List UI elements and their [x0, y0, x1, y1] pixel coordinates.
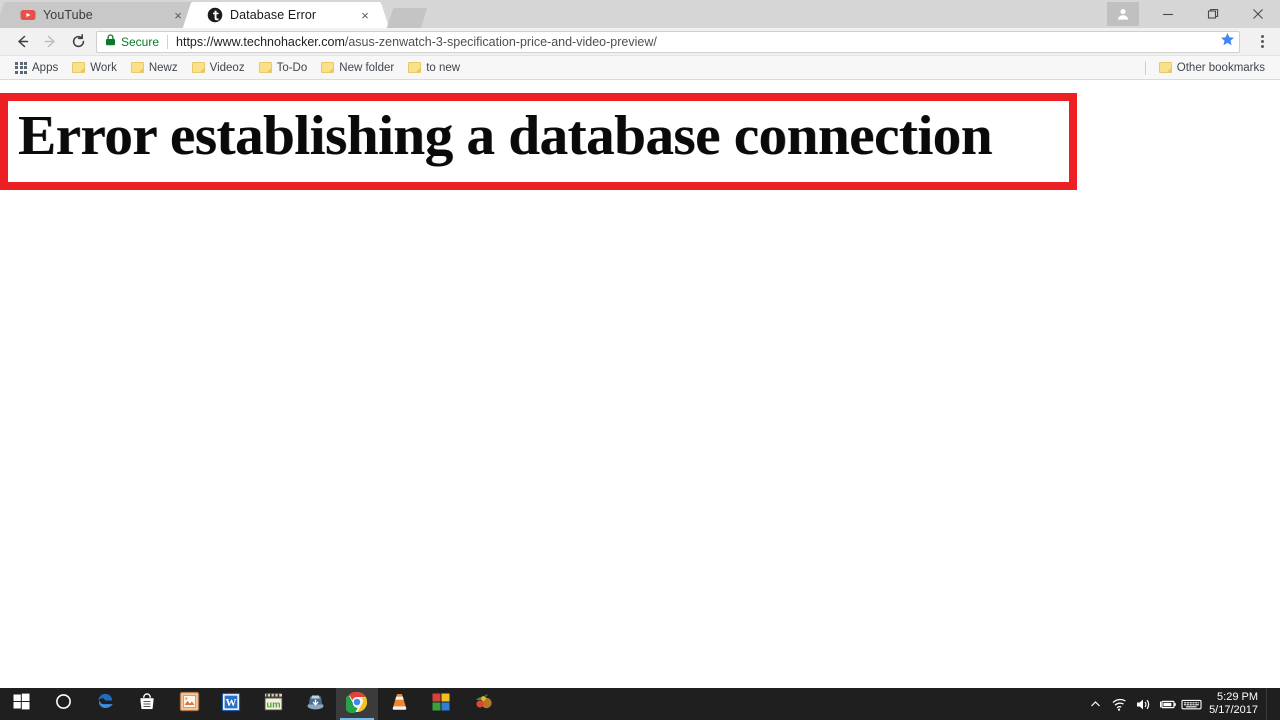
svg-text:W: W	[226, 697, 237, 709]
vlc-cone-icon	[389, 691, 410, 717]
taskbar-vlc[interactable]	[378, 688, 420, 720]
battery-icon[interactable]	[1155, 688, 1179, 720]
browser-toolbar: Secure https://www.technohacker.com/asus…	[0, 28, 1280, 56]
close-icon[interactable]: ×	[170, 7, 186, 23]
database-error-box: Error establishing a database connection	[0, 93, 1077, 190]
folder-icon	[130, 62, 144, 73]
profile-avatar-button[interactable]	[1107, 2, 1139, 26]
bookmark-label: Videoz	[209, 61, 245, 74]
bookmark-videoz[interactable]: Videoz	[185, 60, 252, 76]
forward-button[interactable]	[36, 28, 64, 56]
tab-strip: YouTube × Database Error ×	[0, 0, 1280, 28]
url-path: /asus-zenwatch-3-specification-price-and…	[344, 34, 657, 49]
bookmark-newz[interactable]: Newz	[124, 60, 185, 76]
download-manager-icon	[305, 691, 326, 717]
taskbar-utorrent[interactable]: um	[252, 688, 294, 720]
folder-icon	[191, 62, 205, 73]
security-indicator: Secure	[105, 34, 159, 49]
chrome-menu-button[interactable]	[1252, 35, 1272, 48]
url-text: https://www.technohacker.com/asus-zenwat…	[176, 35, 657, 49]
omnibox-divider	[167, 34, 169, 49]
folder-icon	[72, 62, 86, 73]
taskbar-photo-viewer[interactable]	[168, 688, 210, 720]
taskbar-food-app[interactable]	[462, 688, 504, 720]
tab-youtube[interactable]: YouTube ×	[6, 2, 192, 28]
bookmark-apps[interactable]: Apps	[8, 60, 65, 76]
bookmark-other-bookmarks[interactable]: Other bookmarks	[1152, 60, 1272, 76]
system-tray: 5:29 PM 5/17/2017	[1083, 688, 1280, 720]
maximize-button[interactable]	[1190, 0, 1235, 28]
page-title: Error establishing a database connection	[18, 105, 992, 167]
secure-label: Secure	[121, 34, 160, 49]
windows-logo-icon	[13, 693, 30, 715]
lock-icon	[105, 34, 116, 49]
taskbar-tiles-app[interactable]	[420, 688, 462, 720]
edge-icon	[94, 691, 116, 718]
show-desktop-button[interactable]	[1266, 688, 1274, 720]
folder-icon	[1158, 62, 1172, 73]
fruit-basket-icon	[473, 691, 494, 717]
bookmark-label: Newz	[148, 61, 178, 74]
cortana-circle-icon	[55, 693, 72, 715]
bookmark-label: to new	[426, 61, 461, 74]
address-bar[interactable]: Secure https://www.technohacker.com/asus…	[96, 30, 1240, 53]
apps-grid-icon	[15, 61, 27, 74]
close-icon[interactable]: ×	[357, 7, 373, 23]
bookmarks-bar: Apps Work Newz Videoz To-Do New folder t…	[0, 56, 1280, 80]
taskbar-store[interactable]	[126, 688, 168, 720]
window-controls	[1107, 0, 1280, 28]
volume-icon[interactable]	[1131, 688, 1155, 720]
taskbar-edge[interactable]	[84, 688, 126, 720]
bookmark-label: To-Do	[276, 61, 308, 74]
youtube-icon	[20, 7, 36, 23]
bookmark-label: Other bookmarks	[1176, 61, 1265, 74]
bookmark-new-folder[interactable]: New folder	[314, 60, 401, 76]
wifi-icon[interactable]	[1107, 688, 1131, 720]
photo-frame-icon	[179, 691, 200, 717]
tray-overflow-button[interactable]	[1083, 688, 1107, 720]
ms-word-icon: W	[221, 692, 241, 717]
page-viewport: Error establishing a database connection	[0, 83, 1280, 688]
close-window-button[interactable]	[1235, 0, 1280, 28]
keyboard-icon[interactable]	[1179, 688, 1203, 720]
bookmark-to-do[interactable]: To-Do	[252, 60, 315, 76]
folder-icon	[321, 62, 335, 73]
tab-database-error[interactable]: Database Error ×	[193, 2, 379, 28]
taskbar-clock[interactable]: 5:29 PM 5/17/2017	[1203, 691, 1266, 717]
bookmark-work[interactable]: Work	[65, 60, 124, 76]
taskbar-word[interactable]: W	[210, 688, 252, 720]
back-button[interactable]	[8, 28, 36, 56]
reload-button[interactable]	[64, 28, 92, 56]
other-bookmarks-area: Other bookmarks	[1144, 60, 1272, 76]
start-button[interactable]	[0, 688, 42, 720]
taskbar-idm[interactable]	[294, 688, 336, 720]
bookmark-label: Work	[90, 61, 117, 74]
bookmark-label: Apps	[32, 61, 59, 74]
bookmark-star-icon[interactable]	[1212, 32, 1235, 52]
new-tab-button[interactable]	[386, 8, 428, 28]
chrome-icon	[343, 691, 368, 718]
svg-text:um: um	[266, 700, 280, 711]
chrome-browser-window: YouTube × Database Error × Secure https:…	[0, 0, 1280, 688]
color-tiles-icon	[431, 692, 451, 717]
bookmark-to-new[interactable]: to new	[401, 60, 467, 76]
tab-title: Database Error	[230, 8, 317, 22]
url-domain: https://www.technohacker.com	[176, 34, 345, 49]
folder-icon	[258, 62, 272, 73]
folder-icon	[408, 62, 422, 73]
tab-title: YouTube	[43, 8, 93, 22]
utorrent-icon: um	[263, 691, 284, 717]
minimize-button[interactable]	[1145, 0, 1190, 28]
cortana-button[interactable]	[42, 688, 84, 720]
windows-taskbar: W um 5:29 PM 5/17/2017	[0, 688, 1280, 720]
clock-date: 5/17/2017	[1209, 704, 1258, 716]
bookmarks-divider	[1144, 60, 1146, 75]
taskbar-chrome[interactable]	[336, 688, 378, 720]
clock-time: 5:29 PM	[1217, 691, 1258, 703]
technohacker-icon	[207, 7, 223, 23]
bookmark-label: New folder	[339, 61, 395, 74]
microsoft-store-icon	[137, 692, 157, 717]
